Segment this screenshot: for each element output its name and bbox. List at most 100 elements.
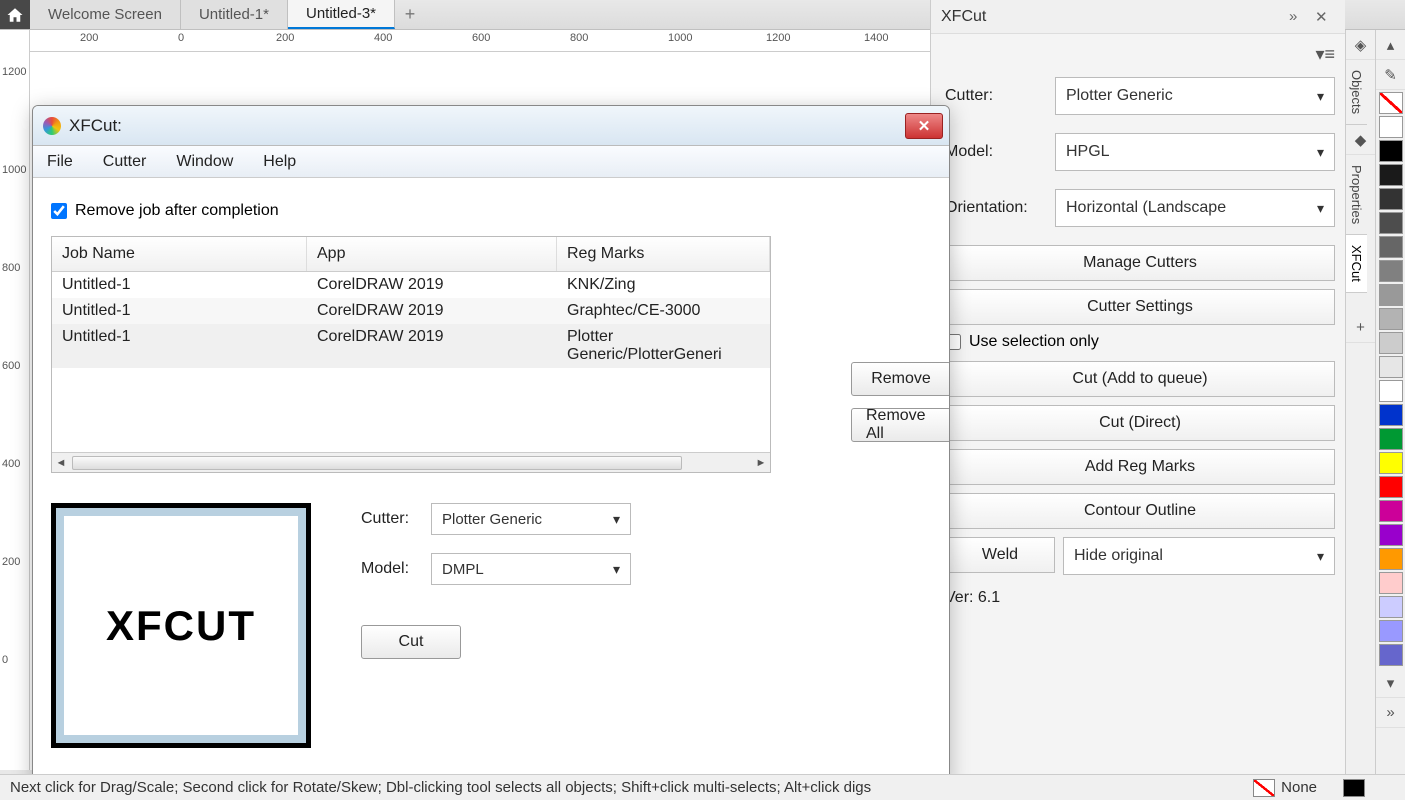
scroll-right-icon[interactable]: ► — [752, 457, 770, 469]
model-label: Model: — [945, 143, 1055, 161]
close-button[interactable]: ✕ — [905, 113, 943, 139]
ruler-vertical: 1200 1000 800 600 400 200 0 — [0, 30, 30, 770]
no-fill-swatch[interactable] — [1379, 92, 1403, 114]
color-swatch[interactable] — [1379, 188, 1403, 210]
hide-original-dropdown[interactable]: Hide original — [1063, 537, 1335, 575]
home-icon — [6, 6, 24, 24]
color-swatch[interactable] — [1379, 428, 1403, 450]
orientation-dropdown[interactable]: Horizontal (Landscape — [1055, 189, 1335, 227]
layers-icon[interactable]: ◈ — [1346, 30, 1375, 60]
eyedropper-icon[interactable]: ✎ — [1376, 60, 1405, 90]
color-swatch[interactable] — [1379, 524, 1403, 546]
table-row[interactable]: Untitled-1CorelDRAW 2019Graphtec/CE-3000 — [52, 298, 770, 324]
color-palette: ▴ ✎ ▾ » — [1375, 30, 1405, 800]
color-swatch[interactable] — [1379, 164, 1403, 186]
xfcut-dialog: XFCut: ✕ File Cutter Window Help Remove … — [32, 105, 950, 785]
fill-indicator-icon[interactable] — [1253, 779, 1275, 797]
dialog-cutter-label: Cutter: — [361, 510, 431, 528]
docker-menu-icon[interactable]: ▾≡ — [945, 44, 1335, 65]
color-swatch[interactable] — [1379, 644, 1403, 666]
preview-text: XFCUT — [64, 516, 298, 735]
scroll-thumb[interactable] — [72, 456, 682, 470]
color-swatch[interactable] — [1379, 284, 1403, 306]
color-swatch[interactable] — [1379, 116, 1403, 138]
color-swatch[interactable] — [1379, 212, 1403, 234]
tab-welcome[interactable]: Welcome Screen — [30, 0, 181, 29]
status-hint: Next click for Drag/Scale; Second click … — [10, 779, 871, 796]
dialog-title: XFCut: — [69, 116, 905, 136]
use-selection-label: Use selection only — [969, 333, 1099, 351]
version-label: Ver: 6.1 — [945, 589, 1335, 607]
docker-tabs-strip: ◈ Objects ◆ Properties XFCut + — [1345, 30, 1375, 800]
remove-button[interactable]: Remove — [851, 362, 950, 396]
status-bar: Next click for Drag/Scale; Second click … — [0, 774, 1405, 800]
color-swatch[interactable] — [1379, 140, 1403, 162]
tab-untitled-1[interactable]: Untitled-1* — [181, 0, 288, 29]
color-swatch[interactable] — [1379, 620, 1403, 642]
col-reg-marks[interactable]: Reg Marks — [557, 237, 770, 271]
add-tab-icon[interactable]: + — [1346, 313, 1375, 343]
palette-up-icon[interactable]: ▴ — [1376, 30, 1405, 60]
properties-icon[interactable]: ◆ — [1346, 125, 1375, 155]
cut-direct-button[interactable]: Cut (Direct) — [945, 405, 1335, 441]
dialog-model-dropdown[interactable]: DMPL — [431, 553, 631, 585]
dialog-cutter-dropdown[interactable]: Plotter Generic — [431, 503, 631, 535]
fill-none-label: None — [1281, 779, 1317, 796]
col-job-name[interactable]: Job Name — [52, 237, 307, 271]
menu-help[interactable]: Help — [257, 149, 302, 175]
objects-tab[interactable]: Objects — [1346, 60, 1367, 125]
add-reg-marks-button[interactable]: Add Reg Marks — [945, 449, 1335, 485]
color-swatch[interactable] — [1379, 260, 1403, 282]
job-preview: XFCUT — [51, 503, 311, 748]
color-swatch[interactable] — [1379, 356, 1403, 378]
docker-title: XFCut — [941, 8, 1283, 26]
docker-close-icon[interactable]: ✕ — [1315, 8, 1335, 26]
color-swatch[interactable] — [1379, 452, 1403, 474]
palette-down-icon[interactable]: ▾ — [1376, 668, 1405, 698]
dialog-titlebar[interactable]: XFCut: ✕ — [33, 106, 949, 146]
table-row[interactable]: Untitled-1CorelDRAW 2019Plotter Generic/… — [52, 324, 770, 368]
scroll-left-icon[interactable]: ◄ — [52, 457, 70, 469]
tab-untitled-3[interactable]: Untitled-3* — [288, 0, 395, 29]
cut-queue-button[interactable]: Cut (Add to queue) — [945, 361, 1335, 397]
remove-after-completion-checkbox[interactable] — [51, 203, 67, 219]
menu-window[interactable]: Window — [170, 149, 239, 175]
xfcut-tab[interactable]: XFCut — [1346, 235, 1367, 293]
color-swatch[interactable] — [1379, 308, 1403, 330]
cutter-dropdown[interactable]: Plotter Generic — [1055, 77, 1335, 115]
contour-outline-button[interactable]: Contour Outline — [945, 493, 1335, 529]
weld-button[interactable]: Weld — [945, 537, 1055, 573]
color-swatch[interactable] — [1379, 500, 1403, 522]
color-swatch[interactable] — [1379, 572, 1403, 594]
dialog-model-label: Model: — [361, 560, 431, 578]
outline-indicator-icon[interactable] — [1343, 779, 1365, 797]
remove-all-button[interactable]: Remove All — [851, 408, 950, 442]
tab-add-button[interactable]: + — [395, 0, 425, 29]
color-swatch[interactable] — [1379, 332, 1403, 354]
table-scrollbar[interactable]: ◄ ► — [52, 452, 770, 472]
dialog-menubar: File Cutter Window Help — [33, 146, 949, 178]
model-dropdown[interactable]: HPGL — [1055, 133, 1335, 171]
orientation-label: Orientation: — [945, 199, 1055, 217]
color-swatch[interactable] — [1379, 236, 1403, 258]
properties-tab[interactable]: Properties — [1346, 155, 1367, 235]
menu-cutter[interactable]: Cutter — [97, 149, 153, 175]
table-row[interactable]: Untitled-1CorelDRAW 2019KNK/Zing — [52, 272, 770, 298]
cutter-settings-button[interactable]: Cutter Settings — [945, 289, 1335, 325]
cutter-label: Cutter: — [945, 87, 1055, 105]
menu-file[interactable]: File — [41, 149, 79, 175]
col-app[interactable]: App — [307, 237, 557, 271]
color-swatch[interactable] — [1379, 476, 1403, 498]
color-swatch[interactable] — [1379, 380, 1403, 402]
cut-button[interactable]: Cut — [361, 625, 461, 659]
docker-expand-icon[interactable]: » — [1289, 8, 1309, 25]
xfcut-docker: XFCut » ✕ ▾≡ Cutter: Plotter Generic Mod… — [930, 0, 1345, 780]
remove-after-completion-label: Remove job after completion — [75, 202, 279, 220]
color-swatch[interactable] — [1379, 404, 1403, 426]
color-swatch[interactable] — [1379, 596, 1403, 618]
home-button[interactable] — [0, 0, 30, 29]
xfcut-logo-icon — [43, 117, 61, 135]
palette-more-icon[interactable]: » — [1376, 698, 1405, 728]
manage-cutters-button[interactable]: Manage Cutters — [945, 245, 1335, 281]
color-swatch[interactable] — [1379, 548, 1403, 570]
